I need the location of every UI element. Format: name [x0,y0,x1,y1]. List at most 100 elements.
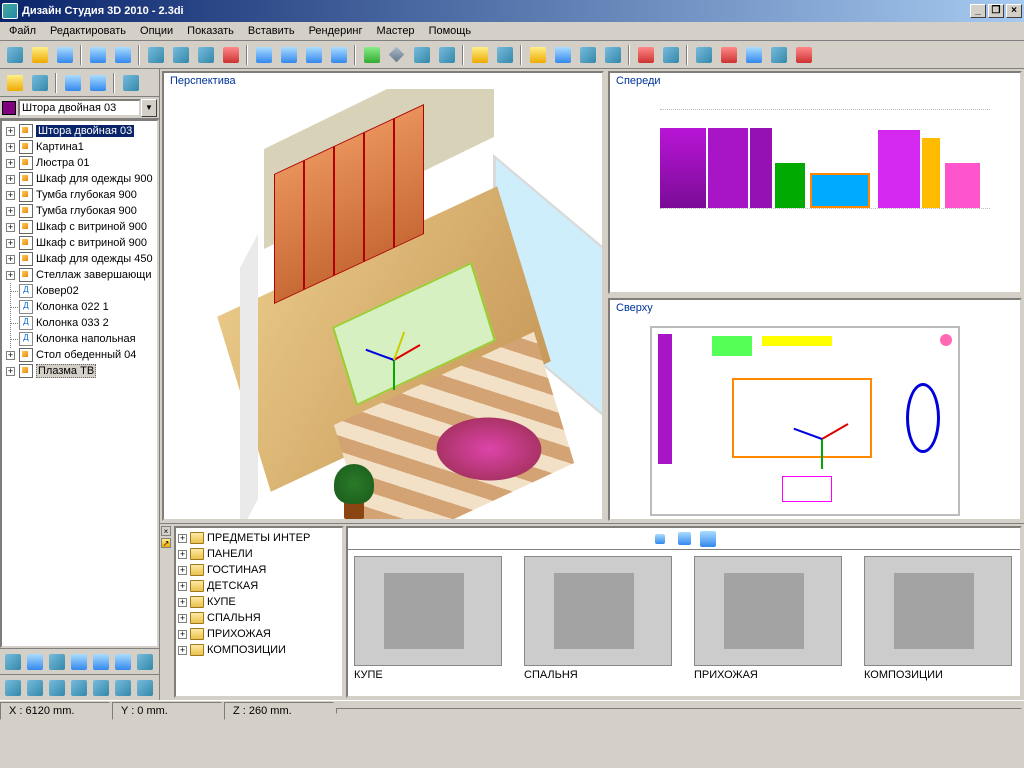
tree-expand-icon[interactable]: + [6,255,15,264]
nav-zoomout-button[interactable] [113,652,133,672]
minimize-button[interactable]: _ [970,4,986,18]
tree-item[interactable]: +Тумба глубокая 900 [4,187,155,203]
library-thumbnail[interactable]: ПРИХОЖАЯ [694,556,844,681]
perspective-canvas[interactable] [164,89,602,519]
restore-button[interactable]: ❐ [988,4,1004,18]
tree-expand-icon[interactable]: + [6,191,15,200]
menu-render[interactable]: Рендеринг [302,23,370,39]
close-button[interactable]: × [1006,4,1022,18]
tree-expand-icon[interactable]: + [6,271,15,280]
library-tree-item[interactable]: +КУПЕ [178,594,340,610]
top-canvas[interactable] [610,316,1020,519]
new-button[interactable] [3,44,26,66]
snap1-button[interactable] [717,44,740,66]
3d-gizmo-icon[interactable] [364,329,424,389]
library-pin-button[interactable]: ↗ [161,538,171,548]
sphere-button[interactable] [601,44,624,66]
cut-button[interactable] [144,44,167,66]
lt-btn1[interactable] [3,72,26,94]
menu-options[interactable]: Опции [133,23,180,39]
menu-master[interactable]: Мастер [370,23,422,39]
tree-item[interactable]: ДКолонка 022 1 [4,299,155,315]
tree-item[interactable]: +Плазма ТВ [4,363,155,379]
library-tree[interactable]: +ПРЕДМЕТЫ ИНТЕР+ПАНЕЛИ+ГОСТИНАЯ+ДЕТСКАЯ+… [174,526,344,698]
nav2-b-button[interactable] [25,678,45,698]
tool-d-button[interactable] [435,44,458,66]
library-thumbnail[interactable]: СПАЛЬНЯ [524,556,674,681]
menu-insert[interactable]: Вставить [241,23,302,39]
nav-select-button[interactable] [3,652,23,672]
tree-expand-icon[interactable]: + [178,614,187,623]
library-tree-item[interactable]: +ДЕТСКАЯ [178,578,340,594]
tree-expand-icon[interactable]: + [6,367,15,376]
selection-dropdown[interactable]: Штора двойная 03 [18,99,141,117]
color-swatch[interactable] [2,101,16,115]
library-tree-item[interactable]: +СПАЛЬНЯ [178,610,340,626]
tree-expand-icon[interactable]: + [6,127,15,136]
snap3-button[interactable] [767,44,790,66]
view3-button[interactable] [302,44,325,66]
view4-button[interactable] [327,44,350,66]
scene-tree[interactable]: +Штора двойная 03+Картина1+Люстра 01+Шка… [0,119,159,648]
tree-expand-icon[interactable]: + [6,143,15,152]
delete-button[interactable] [219,44,242,66]
view1-button[interactable] [252,44,275,66]
redo-button[interactable] [111,44,134,66]
tree-item[interactable]: ДКовер02 [4,283,155,299]
tree-item[interactable]: +Шкаф с витриной 900 [4,235,155,251]
menu-edit[interactable]: Редактировать [43,23,133,39]
link-button[interactable] [634,44,657,66]
open-button[interactable] [28,44,51,66]
tree-expand-icon[interactable]: + [6,351,15,360]
cyl-button[interactable] [576,44,599,66]
library-tree-item[interactable]: +ПАНЕЛИ [178,546,340,562]
tree-item[interactable]: +Тумба глубокая 900 [4,203,155,219]
library-tree-item[interactable]: +ПРИХОЖАЯ [178,626,340,642]
lt-btn4[interactable] [86,72,109,94]
tree-item[interactable]: +Картина1 [4,139,155,155]
tree-item[interactable]: +Стол обеденный 04 [4,347,155,363]
tree-expand-icon[interactable]: + [6,223,15,232]
view2-button[interactable] [277,44,300,66]
tree-item[interactable]: +Шкаф с витриной 900 [4,219,155,235]
undo-button[interactable] [86,44,109,66]
copy-button[interactable] [169,44,192,66]
nav2-d-button[interactable] [69,678,89,698]
tool-c-button[interactable] [410,44,433,66]
nav-pan-button[interactable] [47,652,67,672]
nav-fit-button[interactable] [69,652,89,672]
light-button[interactable] [526,44,549,66]
tool-b-button[interactable] [385,44,408,66]
library-close-button[interactable]: × [161,526,171,536]
nav2-c-button[interactable] [47,678,67,698]
tree-expand-icon[interactable]: + [178,566,187,575]
camera-button[interactable] [493,44,516,66]
front-canvas[interactable] [610,89,1020,292]
paste-button[interactable] [194,44,217,66]
libview-small-button[interactable] [650,530,670,548]
nav-zoom-button[interactable] [25,652,45,672]
nav2-e-button[interactable] [91,678,111,698]
library-tree-item[interactable]: +ГОСТИНАЯ [178,562,340,578]
tree-item[interactable]: +Шкаф для одежды 900 [4,171,155,187]
menu-file[interactable]: Файл [2,23,43,39]
snap4-button[interactable] [792,44,815,66]
lt-btn5[interactable] [119,72,142,94]
cone-button[interactable] [551,44,574,66]
nav2-f-button[interactable] [113,678,133,698]
tree-expand-icon[interactable]: + [178,598,187,607]
tree-item[interactable]: +Шкаф для одежды 450 [4,251,155,267]
render-button[interactable] [468,44,491,66]
tree-item[interactable]: ДКолонка напольная [4,331,155,347]
nav-rotate-button[interactable] [135,652,155,672]
snap2-button[interactable] [742,44,765,66]
tree-item[interactable]: ДКолонка 033 2 [4,315,155,331]
viewport-top[interactable]: Сверху [608,298,1022,521]
library-thumbnail[interactable]: КУПЕ [354,556,504,681]
menu-help[interactable]: Помощь [422,23,479,39]
menu-show[interactable]: Показать [180,23,241,39]
tree-expand-icon[interactable]: + [6,239,15,248]
tree-expand-icon[interactable]: + [178,646,187,655]
tree-expand-icon[interactable]: + [178,550,187,559]
dropdown-arrow-button[interactable]: ▼ [141,99,157,117]
